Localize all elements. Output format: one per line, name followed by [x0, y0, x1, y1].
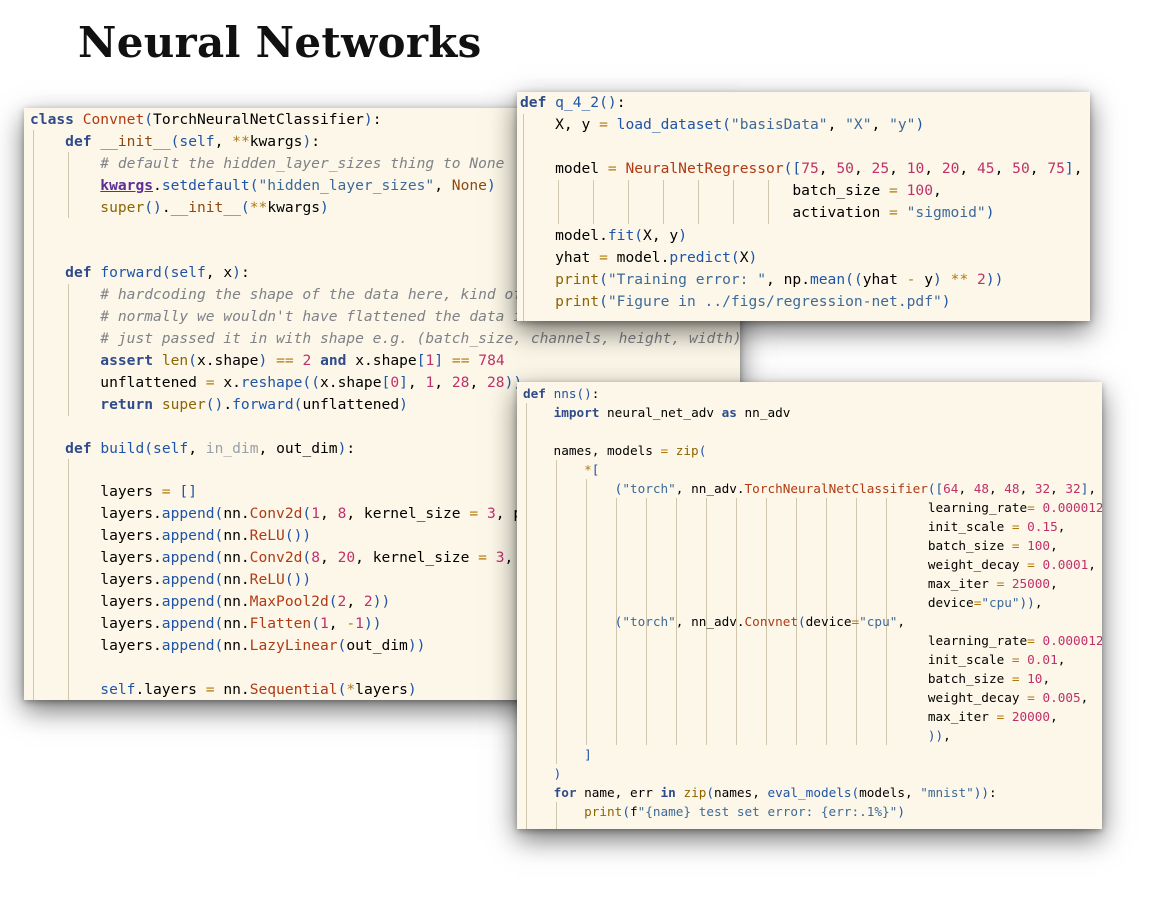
code-line: names, models = zip(: [523, 443, 707, 458]
code-line: def forward(self, x):: [65, 264, 250, 282]
code-line: learning_rate= 0.0000125,: [523, 500, 1102, 515]
code-line: self.layers = nn.Sequential(*layers): [100, 680, 417, 698]
code-line: def q_4_2():: [520, 94, 626, 111]
code-line: batch_size = 100,: [520, 182, 942, 200]
code-line: ("torch", nn_adv.Convnet(device="cpu",: [614, 614, 905, 629]
code-line: batch_size = 10,: [523, 671, 1051, 686]
code-line: ]: [584, 747, 592, 762]
code-line: layers.append(nn.Conv2d(8, 20, kernel_si…: [30, 549, 514, 567]
code-line: unflattened = x.reshape((x.shape[0], 1, …: [30, 373, 522, 391]
code-line: def nns():: [523, 386, 600, 401]
code-line: # normally we wouldn't have flattened th…: [100, 308, 523, 326]
code-line: learning_rate= 0.0000125,: [523, 633, 1102, 648]
code-line: layers.append(nn.MaxPool2d(2, 2)): [30, 592, 391, 610]
code-line: kwargs.setdefault("hidden_layer_sizes", …: [100, 176, 496, 194]
code-line: super().__init__(**kwargs): [100, 198, 329, 216]
code-line: for name, err in zip(names, eval_models(…: [553, 785, 997, 800]
code-line: model.fit(X, y): [520, 226, 687, 244]
code-panel-nns: def nns(): import neural_net_adv as nn_a…: [517, 382, 1102, 829]
code-line: print("Figure in ../figs/regression-net.…: [555, 292, 951, 310]
code-line: layers.append(nn.ReLU()): [30, 527, 312, 545]
code-panel-q-4-2: def q_4_2(): X, y = load_dataset("basisD…: [517, 92, 1090, 321]
code-line: class Convnet(TorchNeuralNetClassifier):: [30, 111, 382, 128]
code-line: max_iter = 20000,: [523, 709, 1058, 724]
slide-title: Neural Networks: [78, 18, 482, 67]
code-line: X, y = load_dataset("basisData", "X", "y…: [520, 116, 925, 134]
code-line: max_iter = 25000,: [523, 576, 1058, 591]
code-line: batch_size = 100,: [523, 538, 1058, 553]
code-line: # hardcoding the shape of the data here,…: [100, 286, 523, 304]
code-line: assert len(x.shape) == 2 and x.shape[1] …: [100, 351, 505, 369]
code-line: # just passed it in with shape e.g. (bat…: [100, 330, 740, 348]
code-line: import neural_net_adv as nn_adv: [553, 405, 791, 420]
code-line: init_scale = 0.15,: [523, 519, 1066, 534]
code-line: device="cpu")),: [523, 595, 1043, 610]
code-line: activation = "sigmoid"): [520, 204, 995, 222]
code-line: layers.append(nn.Conv2d(1, 8, kernel_siz…: [30, 505, 523, 523]
code-line: ("torch", nn_adv.TorchNeuralNetClassifie…: [614, 481, 1096, 496]
slide: Neural Networks class Convnet(TorchNeura…: [0, 0, 1172, 912]
code-line: layers.append(nn.LazyLinear(out_dim)): [30, 636, 426, 654]
code-line: print("Training error: ", np.mean((yhat …: [555, 270, 1004, 288]
code-line: def build(self, in_dim, out_dim):: [65, 439, 356, 457]
code-line: def __init__(self, **kwargs):: [65, 132, 321, 150]
code-line: weight_decay = 0.005,: [523, 690, 1089, 705]
code-line: print(f"{name} test set error: {err:.1%}…: [584, 804, 905, 819]
code-line: yhat = model.predict(X): [520, 248, 758, 266]
code-line: # default the hidden_layer_sizes thing t…: [100, 154, 505, 172]
code-line: )),: [927, 728, 951, 743]
code-line: weight_decay = 0.0001,: [523, 557, 1096, 572]
code-block-q-4-2: def q_4_2(): X, y = load_dataset("basisD…: [520, 92, 1082, 313]
code-block-nns: def nns(): import neural_net_adv as nn_a…: [523, 384, 1102, 821]
code-line: layers = []: [30, 483, 197, 501]
code-line: ): [553, 766, 562, 781]
code-line: return super().forward(unflattened): [100, 395, 408, 413]
code-line: layers.append(nn.Flatten(1, -1)): [30, 614, 382, 632]
code-line: model = NeuralNetRegressor([75, 50, 25, …: [520, 160, 1083, 178]
code-line: layers.append(nn.ReLU()): [30, 571, 312, 589]
code-line: *[: [584, 462, 600, 477]
code-line: init_scale = 0.01,: [523, 652, 1066, 667]
